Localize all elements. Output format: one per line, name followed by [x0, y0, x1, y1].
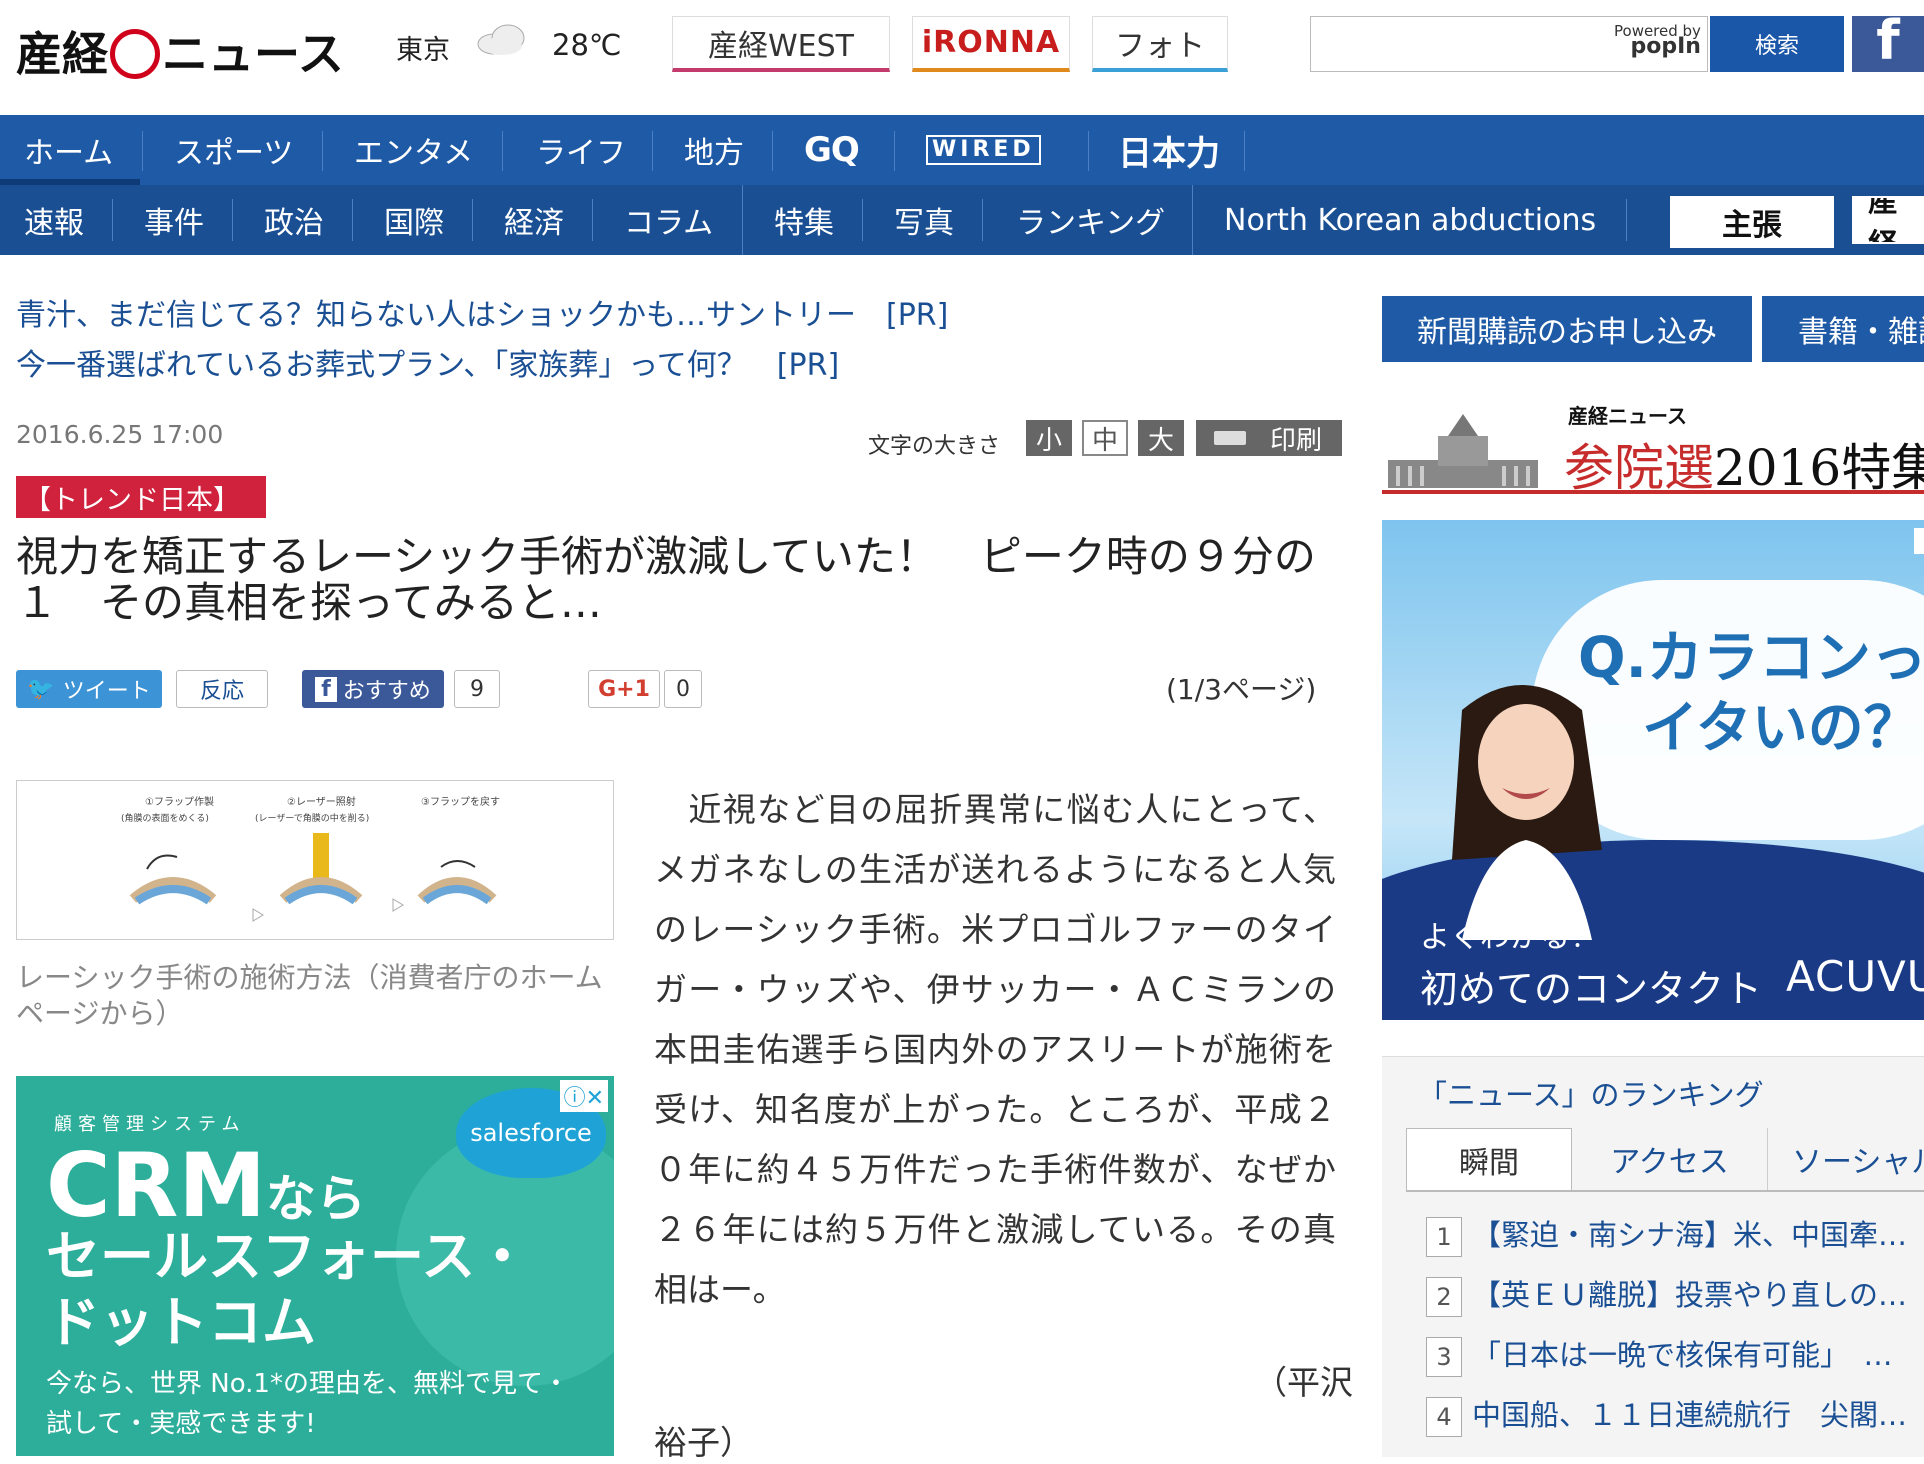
ranking-tab-shunkan[interactable]: 瞬間 — [1406, 1128, 1572, 1190]
diet-building-icon — [1388, 414, 1538, 488]
category-tag[interactable]: 【トレンド日本】 — [16, 476, 266, 518]
nav-shashin[interactable]: 写真 — [894, 185, 954, 255]
secondary-nav: 速報 事件 政治 国際 経済 コラム 特集 写真 ランキング North Kor… — [0, 185, 1924, 255]
font-size-large-button[interactable]: 大 — [1138, 420, 1184, 456]
nav-sankei-badge[interactable]: 産経 — [1852, 196, 1924, 244]
nav-keizai[interactable]: 経済 — [504, 185, 564, 255]
ad-note-text: 今なら、世界 No.1*の理由を、無料で見て・試して・実感できます! — [46, 1369, 569, 1439]
font-size-label: 文字の大きさ — [868, 434, 1001, 459]
tab-photo[interactable]: フォト — [1092, 16, 1228, 72]
nav-seiji[interactable]: 政治 — [264, 185, 324, 255]
nav-north-korean-abductions[interactable]: North Korean abductions — [1224, 185, 1596, 255]
tweet-button[interactable]: 🐦 ツイート — [16, 670, 162, 708]
nav-nihonryoku[interactable]: 日本力 — [1118, 115, 1220, 185]
smiling-girl-illustration — [1452, 685, 1602, 940]
search-button[interactable]: 検索 — [1710, 16, 1844, 72]
font-size-medium-button[interactable]: 中 — [1082, 420, 1128, 456]
acuvue-line-1: よくわかる！ — [1420, 920, 1600, 955]
weather-city: 東京 — [396, 35, 450, 66]
nav-tokushu[interactable]: 特集 — [774, 185, 834, 255]
figure-label-3: ③フラップを戻す — [421, 795, 500, 808]
nav-home[interactable]: ホーム — [24, 115, 113, 185]
site-logo[interactable]: 産経 ニュース — [16, 18, 344, 84]
pr-link-2[interactable]: 今一番選ばれているお葬式プラン、「家族葬」って何？ [PR] — [16, 340, 839, 384]
font-size-small-button[interactable]: 小 — [1026, 420, 1072, 456]
sanin-title: 参院選2016特集 — [1564, 439, 1924, 494]
ranking-tabs: 瞬間 アクセス ソーシャル — [1406, 1128, 1924, 1192]
powered-by-popin: Powered by popIn — [1614, 22, 1701, 59]
ranking-item-2[interactable]: 2 【英ＥＵ離脱】投票やり直しの… — [1426, 1272, 1924, 1317]
figure-sublabel-1: (角膜の表面をめくる) — [121, 812, 209, 824]
nav-kokusai[interactable]: 国際 — [384, 185, 444, 255]
cloud-icon — [477, 24, 525, 55]
nav-gq[interactable]: GQ — [804, 115, 860, 185]
facebook-icon[interactable]: f — [1852, 16, 1924, 72]
reaction-button[interactable]: 反応 — [176, 670, 268, 708]
ad-info-close-icon[interactable]: ⓘ✕ — [559, 1080, 608, 1112]
figure-sublabel-2: (レーザーで角膜の中を削る) — [255, 812, 369, 824]
nav-entame[interactable]: エンタメ — [354, 115, 473, 185]
ranking-item-1[interactable]: 1 【緊迫・南シナ海】米、中国牽… — [1426, 1212, 1924, 1257]
acuvue-advertisement[interactable]: Q.カラコンってイタいの？ よくわかる！ 初めてのコンタクト ACUVUE — [1382, 520, 1924, 1020]
tab-ironna[interactable]: iRONNA — [912, 16, 1070, 72]
nav-sports[interactable]: スポーツ — [174, 115, 293, 185]
ranking-item-3[interactable]: 3 「日本は一晩で核保有可能」 … — [1426, 1332, 1924, 1377]
logo-eye-icon — [110, 28, 160, 79]
sanin-election-banner[interactable]: 産経ニュース 参院選2016特集 — [1382, 392, 1924, 494]
primary-nav: ホーム スポーツ エンタメ ライフ 地方 GQ WIRED 日本力 — [0, 115, 1924, 185]
figure-label-1: ①フラップ作製 — [145, 795, 214, 808]
ad-main-text: セールスフォース・ドットコム — [46, 1225, 530, 1354]
ranking-tab-social[interactable]: ソーシャル — [1768, 1128, 1924, 1190]
nav-wired[interactable]: WIRED — [926, 115, 1041, 185]
google-plus-button[interactable]: G+1 — [588, 670, 660, 708]
nav-jiken[interactable]: 事件 — [144, 185, 204, 255]
nav-column[interactable]: コラム — [624, 185, 713, 255]
nav-ranking[interactable]: ランキング — [1016, 185, 1165, 255]
crm-advertisement[interactable]: salesforce ⓘ✕ 顧客管理システム CRMなら セールスフォース・ドッ… — [16, 1076, 614, 1456]
ad-crm-text: CRMなら — [46, 1134, 366, 1237]
ad-small-text: 顧客管理システム — [54, 1114, 246, 1135]
facebook-count: 9 — [454, 670, 500, 708]
pr-link-1[interactable]: 青汁、まだ信じてる？知らない人はショックかも…サントリー [PR] — [16, 290, 948, 334]
byline-part-2: 裕子） — [654, 1423, 753, 1462]
google-plus-count: 0 — [664, 670, 702, 708]
tab-sankei-west[interactable]: 産経WEST — [672, 16, 890, 72]
facebook-recommend-button[interactable]: f おすすめ — [302, 670, 444, 708]
article-figure[interactable]: ①フラップ作製 ②レーザー照射 ③フラップを戻す (角膜の表面をめくる) (レー… — [16, 780, 614, 940]
nav-life[interactable]: ライフ — [536, 115, 626, 185]
ad-scroll-edge — [1914, 528, 1924, 554]
print-button[interactable]: 印刷 — [1196, 420, 1342, 456]
figure-caption: レーシック手術の施術方法（消費者庁のホームページから） — [16, 961, 603, 1030]
acuvue-line-2: 初めてのコンタクト — [1420, 967, 1763, 1011]
article-body: 近視など目の屈折異常に悩む人にとって、メガネなしの生活が送れるようになると人気の… — [654, 790, 1336, 1309]
nav-chiho[interactable]: 地方 — [684, 115, 744, 185]
page-indicator: (1/3ページ) — [1166, 673, 1317, 706]
books-magazines-button[interactable]: 書籍・雑誌 — [1762, 296, 1924, 362]
ranking-title: 「ニュース」のランキング — [1418, 1078, 1764, 1112]
sanin-brand: 産経ニュース — [1568, 404, 1687, 428]
weather-temperature: 28℃ — [552, 28, 622, 62]
ranking-item-4[interactable]: 4 中国船、１１日連続航行 尖閣… — [1426, 1392, 1924, 1437]
article-headline: 視力を矯正するレーシック手術が激減していた！ ピーク時の９分の１ その真相を探っ… — [16, 532, 1316, 627]
facebook-icon: f — [315, 676, 337, 702]
nav-shucho-badge[interactable]: 主張 — [1670, 196, 1834, 248]
nav-sokuho[interactable]: 速報 — [24, 185, 84, 255]
acuvue-brand: ACUVUE — [1786, 952, 1924, 1001]
lasik-diagram: ①フラップ作製 ②レーザー照射 ③フラップを戻す (角膜の表面をめくる) (レー… — [121, 795, 500, 922]
twitter-bird-icon: 🐦 — [27, 676, 55, 702]
printer-icon — [1214, 431, 1246, 445]
byline-part-1: （平沢 — [1254, 1363, 1353, 1402]
figure-label-2: ②レーザー照射 — [287, 796, 356, 808]
article-date: 2016.6.25 17:00 — [16, 420, 224, 449]
newspaper-subscribe-button[interactable]: 新聞購読のお申し込み — [1382, 296, 1752, 362]
ranking-tab-access[interactable]: アクセス — [1572, 1128, 1768, 1190]
